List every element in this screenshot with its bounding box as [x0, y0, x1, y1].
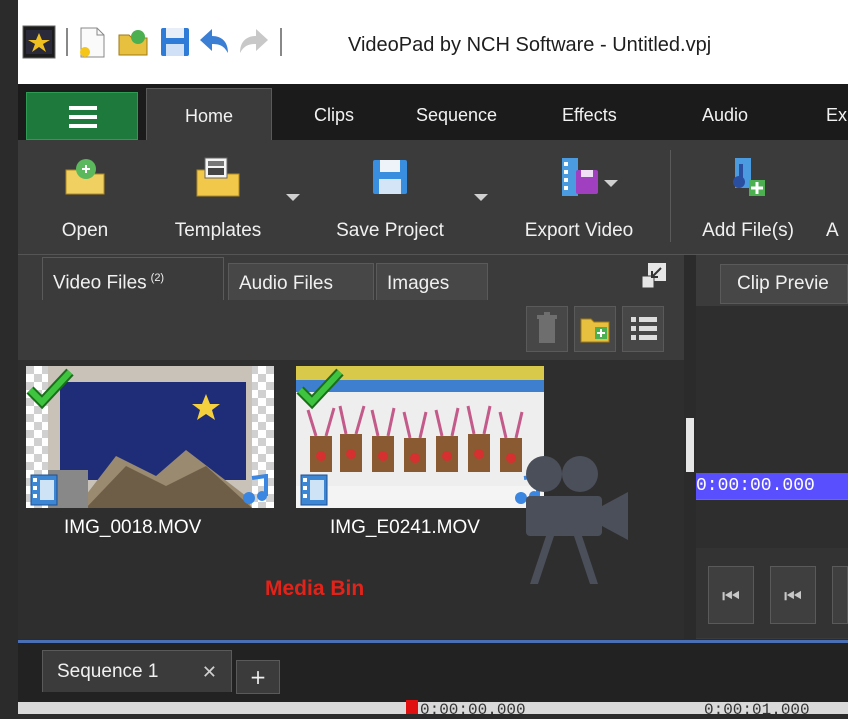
- app-icon: [22, 22, 56, 62]
- video-camera-watermark-icon: [516, 452, 634, 592]
- new-folder-icon: [580, 318, 610, 343]
- close-icon[interactable]: ✕: [202, 651, 217, 693]
- list-view-icon: [631, 317, 657, 340]
- export-video-icon: [556, 154, 602, 200]
- save-project-icon: [367, 154, 413, 200]
- add-files-button[interactable]: Add File(s): [686, 140, 810, 254]
- tab-clip-preview[interactable]: Clip Previe: [720, 264, 848, 304]
- next-toolbar-button[interactable]: A: [826, 140, 848, 254]
- skip-to-start-icon: ⏮: [722, 584, 740, 608]
- hamburger-icon: [69, 106, 97, 110]
- media-item-name: IMG_0018.MOV: [64, 517, 202, 538]
- main-menu-button[interactable]: [26, 92, 138, 140]
- templates-dropdown-icon[interactable]: [286, 194, 300, 201]
- audio-note-icon: [240, 473, 270, 510]
- sequence-tab-label: Sequence 1: [57, 661, 159, 682]
- save-project-label: Save Project: [336, 220, 444, 241]
- open-project-icon[interactable]: [116, 22, 150, 62]
- panel-splitter-handle[interactable]: [686, 418, 694, 472]
- tab-sequence-1[interactable]: Sequence 1 ✕: [42, 650, 232, 692]
- imported-check-icon: [296, 366, 344, 414]
- playhead-marker[interactable]: [406, 700, 418, 714]
- undock-panel-icon[interactable]: [640, 262, 668, 292]
- add-files-label: Add File(s): [702, 220, 794, 241]
- video-film-icon: [30, 474, 58, 510]
- imported-check-icon: [26, 366, 74, 414]
- templates-button[interactable]: Templates: [156, 140, 280, 254]
- delete-button[interactable]: [526, 306, 568, 352]
- preview-timecode: 0:00:00.000: [696, 473, 848, 499]
- tab-export[interactable]: Ex: [826, 84, 848, 140]
- video-files-label: Video Files: [53, 272, 147, 294]
- toolbar-separator: [670, 150, 671, 242]
- window-title: VideoPad by NCH Software - Untitled.vpj: [348, 34, 712, 56]
- tab-images[interactable]: Images: [376, 263, 488, 303]
- preview-scrubber[interactable]: [696, 499, 848, 514]
- tab-home[interactable]: Home: [146, 88, 272, 140]
- templates-label: Templates: [174, 220, 262, 241]
- open-button[interactable]: Open: [42, 140, 128, 254]
- add-sequence-button[interactable]: +: [236, 660, 280, 694]
- separator: [280, 22, 282, 62]
- new-project-icon[interactable]: [76, 22, 108, 62]
- export-video-button[interactable]: Export Video: [506, 140, 652, 254]
- tab-audio-files[interactable]: Audio Files: [228, 263, 374, 303]
- tab-sequence[interactable]: Sequence: [416, 84, 497, 140]
- video-film-icon: [300, 474, 328, 510]
- new-folder-button[interactable]: [574, 306, 616, 352]
- media-item-name: IMG_E0241.MOV: [330, 517, 480, 538]
- tab-audio[interactable]: Audio: [702, 84, 748, 140]
- save-project-dropdown-icon[interactable]: [474, 194, 488, 201]
- undo-icon[interactable]: [196, 22, 232, 62]
- export-video-label: Export Video: [524, 220, 634, 241]
- trash-icon: [537, 312, 557, 343]
- open-folder-icon: [62, 154, 108, 200]
- separator: [66, 22, 68, 62]
- tab-clips[interactable]: Clips: [314, 84, 354, 140]
- export-video-dropdown-icon[interactable]: [604, 180, 618, 187]
- ruler-time-label: 0:00:00.000: [420, 701, 526, 719]
- title-bar: VideoPad by NCH Software - Untitled.vpj: [0, 0, 848, 84]
- save-icon[interactable]: [158, 22, 192, 62]
- redo-icon[interactable]: [236, 22, 272, 62]
- tab-video-files[interactable]: Video Files (2): [42, 257, 224, 301]
- media-bin-annotation: Media Bin: [265, 577, 365, 600]
- tab-effects[interactable]: Effects: [562, 84, 617, 140]
- open-label: Open: [61, 220, 109, 241]
- templates-icon: [195, 154, 241, 200]
- previous-frame-button[interactable]: ⏮: [770, 566, 816, 624]
- step-back-icon: ⏮: [784, 584, 802, 608]
- save-project-button[interactable]: Save Project: [316, 140, 464, 254]
- play-button[interactable]: [832, 566, 848, 624]
- next-toolbar-label: A: [826, 220, 839, 241]
- add-files-icon: [725, 154, 771, 200]
- view-mode-button[interactable]: [622, 306, 664, 352]
- ruler-time-label: 0:00:01.000: [704, 701, 810, 719]
- video-files-count: (2): [150, 272, 165, 284]
- go-to-start-button[interactable]: ⏮: [708, 566, 754, 624]
